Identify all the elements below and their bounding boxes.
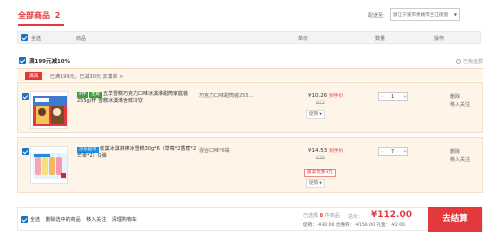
qty-minus-button[interactable]: - xyxy=(381,94,383,100)
product-image[interactable] xyxy=(30,146,68,184)
cart-item: 4件 生鲜 五羊雪糕巧克力口味冰淇淋甜筒家庭装255g/杯 雪糕冰淇淋含鲜冷饮 巧克… xyxy=(17,82,483,133)
col-product: 商品 xyxy=(76,36,87,42)
product-props[interactable]: 巧克力口味甜筒装255... xyxy=(199,92,253,99)
col-price: 单价 xyxy=(298,36,309,42)
shop-checkbox[interactable] xyxy=(19,57,26,64)
cart-item: 京东超市 雀巢冰淇淋棒冰雪糕30g*6（草莓*2香蕉*2芒果*2）Q弹 混合口味*… xyxy=(17,137,483,193)
cart-footer: 全选 删除选中的商品 移入关注 清理购物车 已选择 8 件商品 总价： ¥112… xyxy=(17,207,483,232)
coupon-badge[interactable]: 最高优惠3元 xyxy=(304,169,336,177)
promo-select[interactable]: 促销▼ xyxy=(306,110,325,119)
delete-selected-link[interactable]: 删除选中的商品 xyxy=(46,217,81,223)
item-checkbox[interactable] xyxy=(22,93,29,100)
qty-plus-button[interactable]: + xyxy=(403,94,407,100)
unit-price: ¥10.26 到手价 xyxy=(308,92,343,99)
selected-pre: 已选择 xyxy=(303,213,319,219)
price-value: ¥14.53 xyxy=(308,148,328,154)
product-name[interactable]: 京东超市 雀巢冰淇淋棒冰雪糕30g*6（草莓*2香蕉*2芒果*2）Q弹 xyxy=(77,146,197,160)
delete-link[interactable]: 删除 xyxy=(450,93,470,101)
item-ops: 删除 移入关注 xyxy=(450,93,470,109)
promo-text[interactable]: 已满199元，已减30元 去凑单 > xyxy=(50,73,123,80)
promo-select-label: 促销 xyxy=(309,181,319,186)
qty-minus-button[interactable]: - xyxy=(381,149,383,155)
qty-input[interactable]: 7 xyxy=(391,149,394,155)
price-note: 到手价 xyxy=(329,94,344,99)
ship-to-label: 配送至: xyxy=(368,13,385,19)
chevron-down-icon: ▼ xyxy=(319,181,322,185)
price-note: 到手价 xyxy=(329,149,344,154)
cart-header: 全选 商品 单价 数量 操作 xyxy=(17,31,481,44)
unit-price: ¥14.53 到手价 xyxy=(308,147,343,154)
qty-input[interactable]: 1 xyxy=(391,94,394,100)
promo-bar: 满减 已满199元，已减30元 去凑单 > xyxy=(17,68,483,81)
qty-plus-button[interactable]: + xyxy=(403,149,407,155)
all-items-tab[interactable]: 全部商品 2 xyxy=(18,10,60,21)
delete-link[interactable]: 删除 xyxy=(450,148,470,156)
all-items-label: 全部商品 xyxy=(18,11,50,20)
footer-select-all-checkbox[interactable] xyxy=(21,216,28,223)
product-name[interactable]: 4件 生鲜 五羊雪糕巧克力口味冰淇淋甜筒家庭装255g/杯 雪糕冰淇淋含鲜冷饮 xyxy=(77,91,197,105)
clear-cart-link[interactable]: 清理购物车 xyxy=(112,217,137,223)
col-ops: 操作 xyxy=(434,36,445,42)
item-checkbox[interactable] xyxy=(22,148,29,155)
shop-row: 满199元减10% 已免运费 xyxy=(17,55,483,67)
select-all-label: 全选 xyxy=(31,36,42,42)
shop-name: 满199元减10% xyxy=(29,59,71,65)
product-props[interactable]: 混合口味*6袋 xyxy=(199,147,230,154)
footer-select-all-label: 全选 xyxy=(30,217,41,223)
move-follow-link[interactable]: 移入关注 xyxy=(86,217,106,223)
cart-topbar: 全部商品 2 配送至: 浙江宁波市余姚市兰江街道 ▼ xyxy=(0,0,500,28)
promo-tag: 满减 xyxy=(25,72,43,80)
quantity-stepper: - 7 + xyxy=(378,147,408,156)
savings-detail: 促销：-¥30.00 优惠券：-¥156.00 礼金：-¥2.00 xyxy=(303,223,406,228)
footer-links: 全选 删除选中的商品 移入关注 清理购物车 xyxy=(30,216,141,223)
tab-underline xyxy=(18,24,64,26)
ship-to-value: 浙江宁波市余姚市兰江街道 xyxy=(393,13,449,18)
quantity-stepper: - 1 + xyxy=(378,92,408,101)
promo-select-label: 促销 xyxy=(309,112,319,117)
total-label: 总价： xyxy=(348,214,364,220)
chevron-down-icon: ▼ xyxy=(453,12,457,17)
ship-to-select[interactable]: 浙江宁波市余姚市兰江街道 ▼ xyxy=(390,8,460,21)
select-all-checkbox[interactable] xyxy=(21,34,28,41)
info-icon xyxy=(455,59,461,64)
col-qty: 数量 xyxy=(375,36,386,42)
old-price: ¥27 xyxy=(316,101,325,106)
old-price: ¥39 xyxy=(316,156,325,161)
item-ops: 删除 移入关注 xyxy=(450,148,470,164)
all-items-count: 2 xyxy=(54,11,61,20)
delivered-status: 已免运费 xyxy=(455,58,483,65)
product-image[interactable] xyxy=(30,91,68,129)
selected-count: 已选择 8 件商品 xyxy=(303,212,340,219)
selected-number: 8 xyxy=(319,213,324,219)
price-value: ¥10.26 xyxy=(308,93,328,99)
move-to-follow-link[interactable]: 移入关注 xyxy=(450,156,470,164)
selected-post: 件商品 xyxy=(324,213,340,219)
total-price: ¥112.00 xyxy=(371,210,412,220)
chevron-down-icon: ▼ xyxy=(319,112,322,116)
move-to-follow-link[interactable]: 移入关注 xyxy=(450,101,470,109)
checkout-button[interactable]: 去结算 xyxy=(428,207,482,232)
promo-select[interactable]: 促销▼ xyxy=(306,179,325,188)
delivered-label: 已免运费 xyxy=(462,59,483,65)
